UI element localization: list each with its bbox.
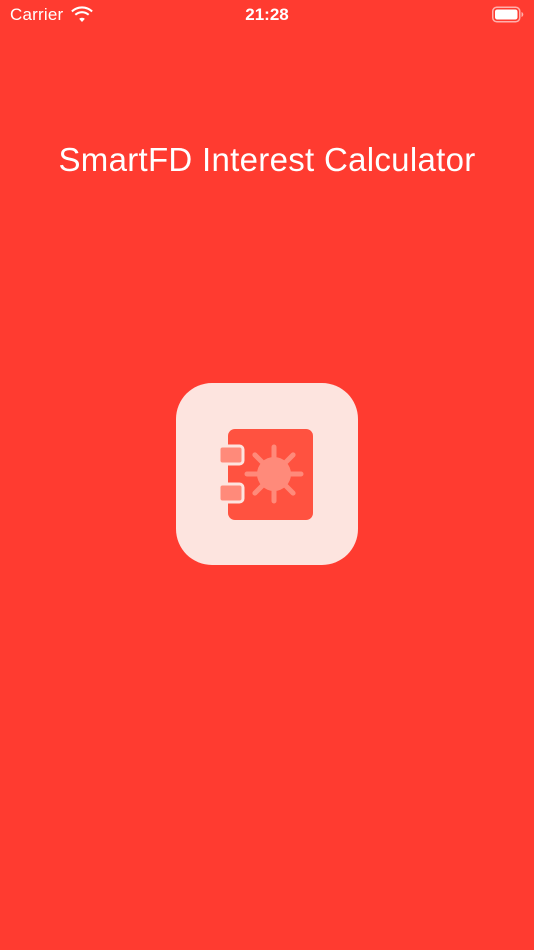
splash-screen: Carrier 21:28 SmartFD Interest Calculato… (0, 0, 534, 950)
app-title: SmartFD Interest Calculator (58, 141, 476, 178)
battery-icon (492, 6, 524, 23)
safe-vault-icon (176, 383, 358, 565)
clock-time: 21:28 (245, 5, 289, 24)
status-bar: Carrier 21:28 (0, 0, 534, 30)
